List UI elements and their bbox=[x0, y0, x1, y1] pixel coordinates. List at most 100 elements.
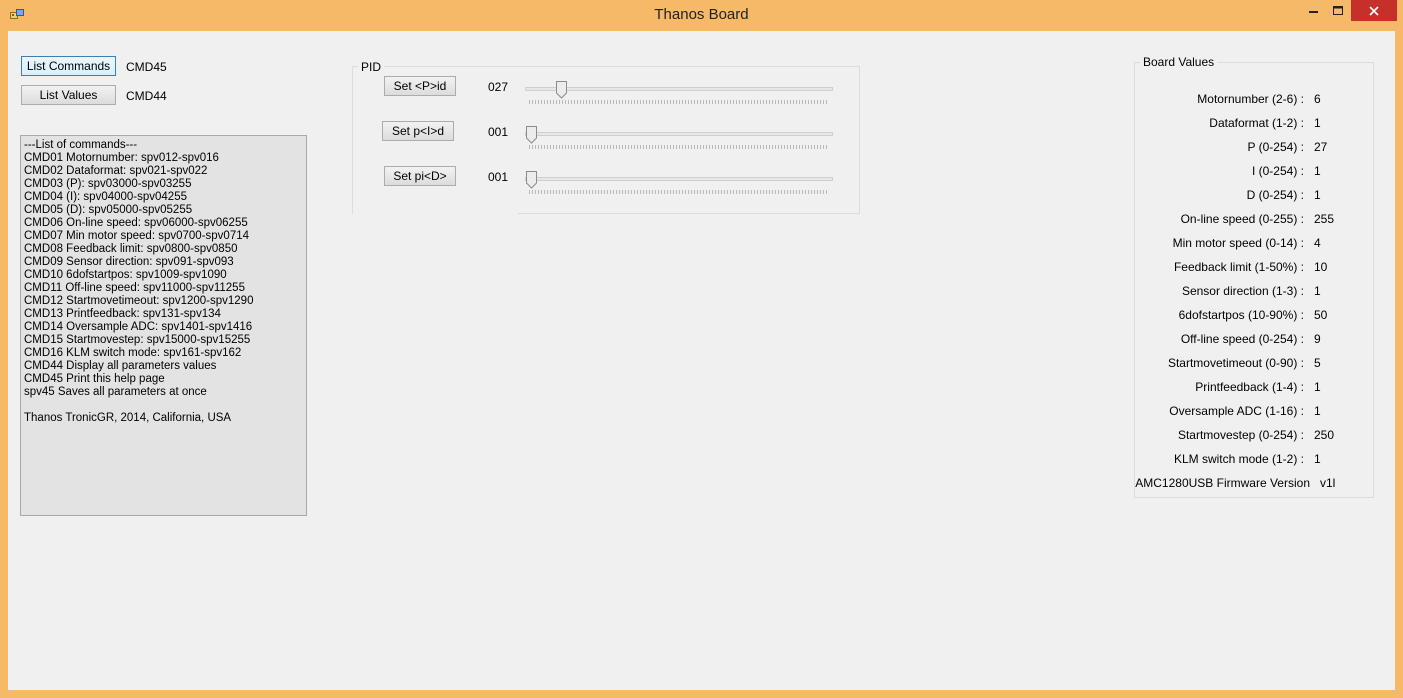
client-area: List Commands CMD45 List Values CMD44 --… bbox=[8, 31, 1395, 690]
slider-track bbox=[525, 132, 833, 136]
board-value-row: Feedback limit (1-50%) : 10 bbox=[1134, 260, 1374, 276]
board-value-label: Sensor direction (1-3) : bbox=[1181, 284, 1304, 298]
commands-line: CMD11 Off-line speed: spv11000-spv11255 bbox=[24, 282, 245, 294]
list-values-cmd-label: CMD44 bbox=[126, 89, 167, 103]
commands-line: ---List of commands--- bbox=[24, 139, 138, 151]
commands-line: CMD08 Feedback limit: spv0800-spv0850 bbox=[24, 243, 238, 255]
board-value-label: Dataformat (1-2) : bbox=[1209, 116, 1304, 130]
board-value-row: P (0-254) : 27 bbox=[1134, 140, 1374, 156]
commands-line bbox=[24, 399, 303, 412]
board-value-value: v1l bbox=[1320, 476, 1336, 490]
pid-set-button-3[interactable]: Set pi<D> bbox=[384, 166, 456, 186]
list-commands-button[interactable]: List Commands bbox=[21, 56, 116, 76]
commands-line: Thanos TronicGR, 2014, California, USA bbox=[24, 412, 232, 424]
commands-line: CMD06 On-line speed: spv06000-spv06255 bbox=[24, 217, 248, 229]
board-value-value: 50 bbox=[1314, 308, 1328, 322]
board-value-value: 10 bbox=[1314, 260, 1328, 274]
slider-track bbox=[525, 87, 833, 91]
commands-line: CMD01 Motornumber: spv012-spv016 bbox=[24, 152, 219, 164]
commands-line: spv45 Saves all parameters at once bbox=[24, 386, 207, 398]
minimize-icon bbox=[1309, 10, 1318, 13]
board-value-row: Motornumber (2-6) : 6 bbox=[1134, 92, 1374, 108]
commands-line: CMD03 (P): spv03000-spv03255 bbox=[24, 178, 192, 190]
commands-line: CMD44 Display all parameters values bbox=[24, 360, 217, 372]
pid-set-button-2[interactable]: Set p<I>d bbox=[382, 121, 454, 141]
board-value-value: 1 bbox=[1314, 452, 1321, 466]
commands-line: CMD10 6dofstartpos: spv1009-spv1090 bbox=[24, 269, 227, 281]
board-value-value: 1 bbox=[1314, 380, 1321, 394]
board-value-label: KLM switch mode (1-2) : bbox=[1173, 452, 1304, 466]
pid-value-3: 001 bbox=[488, 170, 509, 184]
board-value-value: 1 bbox=[1314, 188, 1321, 202]
commands-textbox[interactable]: ---List of commands--- CMD01 Motornumber:… bbox=[20, 135, 307, 516]
slider-thumb[interactable] bbox=[556, 81, 568, 99]
slider-ticks bbox=[529, 190, 829, 194]
board-value-value: 6 bbox=[1314, 92, 1321, 106]
board-value-value: 5 bbox=[1314, 356, 1321, 370]
board-value-label: Feedback limit (1-50%) : bbox=[1173, 260, 1304, 274]
board-value-label: Motornumber (2-6) : bbox=[1197, 92, 1304, 106]
board-value-row: On-line speed (0-255) : 255 bbox=[1134, 212, 1374, 228]
board-value-label: P (0-254) : bbox=[1247, 140, 1304, 154]
pid-slider-1[interactable] bbox=[523, 81, 835, 107]
board-value-label: 6dofstartpos (10-90%) : bbox=[1178, 308, 1304, 322]
board-value-label: Printfeedback (1-4) : bbox=[1195, 380, 1304, 394]
board-value-label: Oversample ADC (1-16) : bbox=[1169, 404, 1304, 418]
board-value-row: Startmovestep (0-254) : 250 bbox=[1134, 428, 1374, 444]
board-value-row: I (0-254) : 1 bbox=[1134, 164, 1374, 180]
slider-ticks bbox=[529, 145, 829, 149]
slider-thumb[interactable] bbox=[526, 171, 538, 189]
list-commands-cmd-label: CMD45 bbox=[126, 60, 167, 74]
board-value-label: Startmovestep (0-254) : bbox=[1177, 428, 1304, 442]
board-value-value: 250 bbox=[1314, 428, 1335, 442]
board-value-label: Min motor speed (0-14) : bbox=[1172, 236, 1304, 250]
board-value-value: 1 bbox=[1314, 116, 1321, 130]
pid-value-1: 027 bbox=[488, 80, 509, 94]
commands-line: CMD04 (I): spv04000-spv04255 bbox=[24, 191, 187, 203]
board-value-value: 9 bbox=[1314, 332, 1321, 346]
list-values-button[interactable]: List Values bbox=[21, 85, 116, 105]
commands-line: CMD45 Print this help page bbox=[24, 373, 165, 385]
board-value-value: 255 bbox=[1314, 212, 1335, 226]
board-value-label: D (0-254) : bbox=[1246, 188, 1304, 202]
pid-group-gap bbox=[353, 207, 518, 217]
board-value-label: On-line speed (0-255) : bbox=[1180, 212, 1304, 226]
board-value-row: Printfeedback (1-4) : 1 bbox=[1134, 380, 1374, 396]
board-value-value: 1 bbox=[1314, 164, 1321, 178]
slider-thumb[interactable] bbox=[526, 126, 538, 144]
board-value-row: Min motor speed (0-14) : 4 bbox=[1134, 236, 1374, 252]
board-value-row: Startmovetimeout (0-90) : 5 bbox=[1134, 356, 1374, 372]
title-bar: Thanos Board bbox=[0, 0, 1403, 31]
pid-value-2: 001 bbox=[488, 125, 509, 139]
window-title: Thanos Board bbox=[654, 6, 749, 23]
board-value-label: I (0-254) : bbox=[1251, 164, 1304, 178]
pid-slider-3[interactable] bbox=[523, 171, 835, 197]
slider-ticks bbox=[529, 100, 829, 104]
commands-line: CMD05 (D): spv05000-spv05255 bbox=[24, 204, 193, 216]
board-values-title: Board Values bbox=[1140, 55, 1218, 69]
commands-line: CMD02 Dataformat: spv021-spv022 bbox=[24, 165, 208, 177]
board-value-row: Sensor direction (1-3) : 1 bbox=[1134, 284, 1374, 300]
board-value-value: 27 bbox=[1314, 140, 1328, 154]
board-value-row: Off-line speed (0-254) : 9 bbox=[1134, 332, 1374, 348]
close-icon bbox=[1369, 5, 1379, 16]
maximize-icon bbox=[1332, 5, 1343, 15]
maximize-button[interactable] bbox=[1324, 0, 1352, 21]
board-value-value: 4 bbox=[1314, 236, 1321, 250]
board-value-label: Startmovetimeout (0-90) : bbox=[1167, 356, 1304, 370]
board-value-row: Dataformat (1-2) : 1 bbox=[1134, 116, 1374, 132]
board-value-row: AMC1280USB Firmware Version v1l bbox=[1134, 476, 1374, 492]
commands-line: CMD16 KLM switch mode: spv161-spv162 bbox=[24, 347, 242, 359]
board-value-value: 1 bbox=[1314, 404, 1321, 418]
board-value-row: 6dofstartpos (10-90%) : 50 bbox=[1134, 308, 1374, 324]
commands-line: CMD15 Startmovestep: spv15000-spv15255 bbox=[24, 334, 251, 346]
pid-set-button-1[interactable]: Set <P>id bbox=[384, 76, 456, 96]
commands-line: CMD14 Oversample ADC: spv1401-spv1416 bbox=[24, 321, 253, 333]
close-button[interactable] bbox=[1351, 0, 1397, 21]
board-value-row: D (0-254) : 1 bbox=[1134, 188, 1374, 204]
commands-line: CMD12 Startmovetimeout: spv1200-spv1290 bbox=[24, 295, 254, 307]
board-value-row: Oversample ADC (1-16) : 1 bbox=[1134, 404, 1374, 420]
slider-track bbox=[525, 177, 833, 181]
pid-group-title: PID bbox=[358, 60, 385, 74]
pid-slider-2[interactable] bbox=[523, 126, 835, 152]
